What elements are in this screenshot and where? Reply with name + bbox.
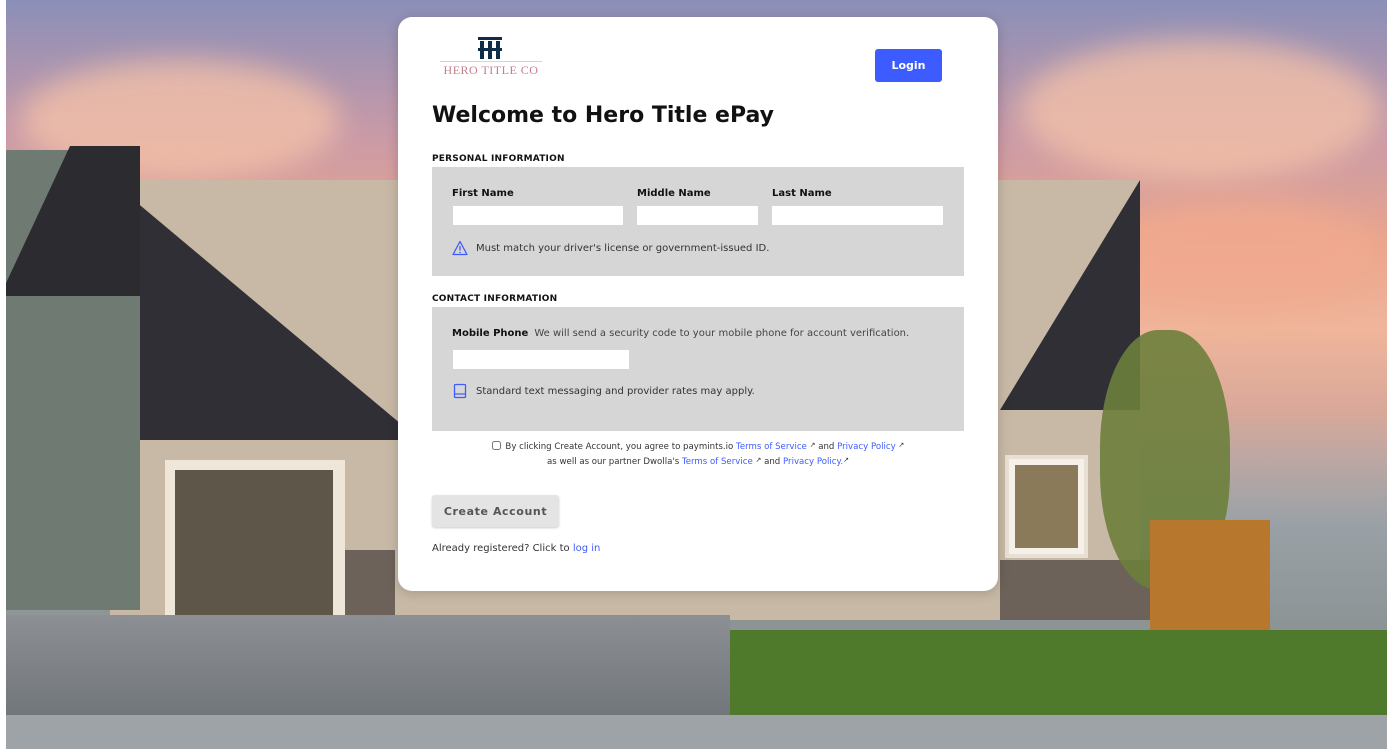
mobile-phone-icon [452, 383, 468, 399]
mobile-phone-label-text: Mobile Phone [452, 328, 529, 339]
contact-information-panel: Mobile Phone We will send a security code… [432, 307, 964, 431]
paymints-privacy-link[interactable]: Privacy Policy [837, 442, 896, 452]
login-button[interactable]: Login [875, 49, 942, 82]
id-hint: Must match your driver's license or gove… [452, 240, 769, 256]
mobile-phone-input[interactable] [453, 350, 629, 369]
registration-card: HERO TITLE CO Login Welcome to Hero Titl… [398, 17, 998, 591]
agreement-and-1: and [818, 442, 835, 452]
dwolla-terms-link[interactable]: Terms of Service [682, 457, 753, 467]
agreement-text-2: as well as our partner Dwolla's [547, 457, 680, 467]
dwolla-privacy-link[interactable]: Privacy Policy. [783, 457, 843, 467]
mobile-phone-note: We will send a security code to your mob… [534, 328, 910, 339]
hero-title-logo: HERO TITLE CO [440, 37, 542, 95]
warning-icon [452, 240, 468, 256]
paymints-terms-link[interactable]: Terms of Service [736, 442, 807, 452]
rates-hint-text: Standard text messaging and provider rat… [476, 385, 755, 397]
hero-title-monogram-icon [478, 37, 502, 59]
first-name-input[interactable] [453, 206, 623, 225]
middle-name-input[interactable] [637, 206, 758, 225]
external-link-icon: ↗ [898, 441, 905, 449]
logo-wordmark: HERO TITLE CO [440, 61, 542, 78]
personal-information-panel: First Name Middle Name Last Name Must ma… [432, 167, 964, 276]
page-title: Welcome to Hero Title ePay [432, 103, 774, 128]
already-registered: Already registered? Click to log in [432, 543, 600, 554]
agreement-and-2: and [764, 457, 781, 467]
middle-name-label: Middle Name [637, 188, 711, 199]
last-name-label: Last Name [772, 188, 832, 199]
id-hint-text: Must match your driver's license or gove… [476, 242, 770, 254]
already-registered-text: Already registered? Click to [432, 543, 570, 554]
first-name-label: First Name [452, 188, 514, 199]
log-in-link[interactable]: log in [573, 543, 601, 554]
agreement-text-1: By clicking Create Account, you agree to… [505, 442, 734, 452]
external-link-icon: ↗ [755, 456, 762, 464]
terms-agreement: By clicking Create Account, you agree to… [458, 439, 938, 469]
external-link-icon: ↗ [843, 456, 849, 464]
last-name-input[interactable] [772, 206, 943, 225]
rates-hint: Standard text messaging and provider rat… [452, 383, 755, 399]
personal-information-heading: PERSONAL INFORMATION [432, 154, 565, 164]
contact-information-heading: CONTACT INFORMATION [432, 294, 558, 304]
terms-checkbox[interactable] [491, 441, 501, 450]
external-link-icon: ↗ [809, 441, 816, 449]
create-account-button[interactable]: Create Account [432, 495, 559, 527]
mobile-phone-label: Mobile Phone We will send a security code… [452, 328, 909, 339]
